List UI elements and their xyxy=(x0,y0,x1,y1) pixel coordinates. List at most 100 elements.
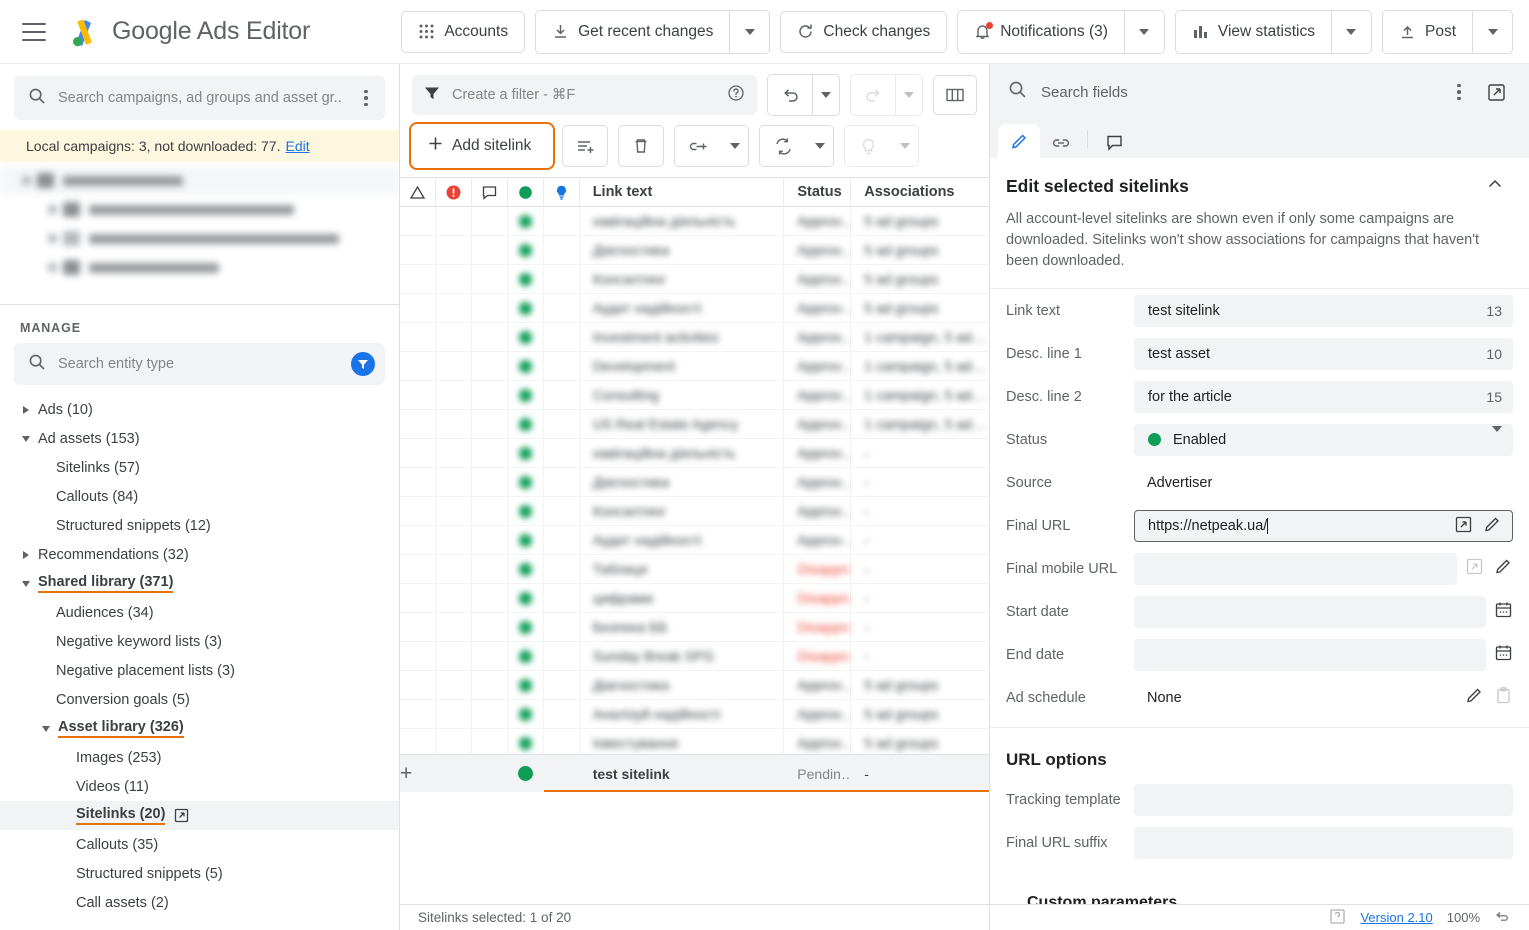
selected-table-row[interactable]: + test sitelink Pendin… - xyxy=(400,754,989,792)
expand-arrow-icon[interactable] xyxy=(18,550,34,559)
get-recent-changes-dropdown[interactable] xyxy=(729,10,770,53)
tab-associations[interactable] xyxy=(1040,127,1082,158)
table-row[interactable]: Інвестування Approv… 5 ad groups xyxy=(400,728,989,754)
sidebar-item-images-253[interactable]: Images (253) xyxy=(0,743,399,772)
undo-icon[interactable] xyxy=(1494,908,1511,928)
table-row[interactable]: Аудит надійності Approv… - xyxy=(400,525,989,555)
sidebar-item-structured-snippets-5[interactable]: Structured snippets (5) xyxy=(0,859,399,888)
field-input-final-mobile-url[interactable] xyxy=(1134,552,1457,585)
campaign-search-more-icon[interactable] xyxy=(355,89,377,107)
create-filter-field[interactable]: Create a filter - ⌘F xyxy=(412,75,757,115)
table-row[interactable]: навігаційна діяльність Approv… 5 ad groups xyxy=(400,207,989,236)
table-row[interactable]: Діагностика Approv… 5 ad groups xyxy=(400,670,989,700)
columns-button[interactable] xyxy=(933,75,977,115)
local-campaigns-edit-link[interactable]: Edit xyxy=(286,138,310,154)
fields-search-input[interactable] xyxy=(1041,83,1448,101)
open-in-new-icon[interactable] xyxy=(1486,82,1507,103)
tab-edit[interactable] xyxy=(998,124,1040,158)
table-row[interactable]: US Real Estate Agency Approv… 1 campaign, … xyxy=(400,409,989,439)
table-row[interactable]: Investment activities Approv… 1 campaign, … xyxy=(400,322,989,352)
field-input-link-text[interactable]: test sitelink 13 xyxy=(1134,294,1513,327)
table-row[interactable]: ТаблицяDisapprov…- xyxy=(400,554,989,584)
table-row[interactable]: Консалтинг Approv… 5 ad groups xyxy=(400,264,989,294)
fields-search-box[interactable] xyxy=(990,64,1448,120)
collapse-arrow-icon[interactable] xyxy=(38,725,54,732)
field-input-tracking-template[interactable] xyxy=(1134,783,1513,816)
field-input-final-url-suffix[interactable] xyxy=(1134,826,1513,859)
error-circle-icon[interactable] xyxy=(436,177,472,207)
entity-type-search-input[interactable] xyxy=(58,356,339,372)
undo-button[interactable] xyxy=(768,75,812,115)
sidebar-item-sitelinks-57[interactable]: Sitelinks (57) xyxy=(0,453,399,482)
redo-dropdown[interactable] xyxy=(895,75,922,115)
more-vert-icon[interactable] xyxy=(1448,83,1470,101)
entity-type-search-box[interactable] xyxy=(14,343,385,385)
field-input-final-url[interactable]: https://netpeak.ua/ xyxy=(1134,509,1513,542)
sidebar-item-shared-library-371[interactable]: Shared library (371) xyxy=(0,569,399,598)
collapse-arrow-icon[interactable] xyxy=(18,435,34,442)
idea-button[interactable] xyxy=(845,126,892,166)
replace-dropdown[interactable] xyxy=(806,126,834,166)
table-row[interactable]: Безпека ББDisapprov…- xyxy=(400,612,989,642)
table-row[interactable]: навігаційна діяльність Approv… - xyxy=(400,438,989,468)
table-row[interactable]: Діагностика Approv… 5 ad groups xyxy=(400,235,989,265)
notifications-button[interactable]: Notifications (3) xyxy=(958,10,1124,53)
sidebar-item-recommendations-32[interactable]: Recommendations (32) xyxy=(0,540,399,569)
campaign-search-input[interactable] xyxy=(58,90,343,106)
sidebar-item-call-assets-2[interactable]: Call assets (2) xyxy=(0,888,399,917)
lightbulb-icon[interactable] xyxy=(544,177,580,207)
tree-row[interactable] xyxy=(0,253,399,282)
check-changes-button[interactable]: Check changes xyxy=(780,10,948,53)
status-dot-icon[interactable] xyxy=(508,177,544,207)
table-row[interactable]: Sunday Break SPGDisapprov…- xyxy=(400,641,989,671)
field-input-start-date[interactable] xyxy=(1134,595,1486,628)
add-sitelink-button[interactable]: Add sitelink xyxy=(408,122,556,170)
warning-triangle-icon[interactable] xyxy=(400,177,436,207)
campaign-search-box[interactable] xyxy=(14,76,385,120)
field-input-desc-line-1[interactable]: test asset 10 xyxy=(1134,337,1513,370)
sidebar-item-structured-snippets-12[interactable]: Structured snippets (12) xyxy=(0,511,399,540)
help-icon[interactable] xyxy=(1329,908,1346,928)
idea-dropdown[interactable] xyxy=(891,126,919,166)
chevron-down-icon[interactable] xyxy=(1492,425,1502,448)
redo-button[interactable] xyxy=(851,75,895,115)
table-row[interactable]: Аудит надійності Approv… 5 ad groups xyxy=(400,293,989,323)
version-link[interactable]: Version 2.10 xyxy=(1360,910,1432,925)
add-row-plus-icon[interactable]: + xyxy=(400,755,436,793)
table-row[interactable]: Консалтинг Approv… - xyxy=(400,496,989,526)
comment-icon[interactable] xyxy=(472,177,508,207)
sidebar-item-asset-library-326[interactable]: Asset library (326) xyxy=(0,714,399,743)
field-select-status[interactable]: Enabled xyxy=(1134,423,1513,456)
open-in-new-icon[interactable] xyxy=(174,808,189,823)
replace-button[interactable] xyxy=(760,126,807,166)
field-input-end-date[interactable] xyxy=(1134,638,1486,671)
table-row[interactable]: Діагностика Approv… - xyxy=(400,467,989,497)
notifications-dropdown[interactable] xyxy=(1123,10,1164,53)
calendar-icon[interactable] xyxy=(1494,600,1513,624)
sidebar-item-negative-keyword-lists-3[interactable]: Negative keyword lists (3) xyxy=(0,627,399,656)
help-circle-icon[interactable] xyxy=(727,84,745,107)
expand-arrow-icon[interactable] xyxy=(18,405,34,414)
chevron-up-icon[interactable] xyxy=(1485,174,1505,199)
sidebar-item-sitelinks-20[interactable]: Sitelinks (20) xyxy=(0,801,399,830)
sidebar-item-callouts-35[interactable]: Callouts (35) xyxy=(0,830,399,859)
campaign-tree[interactable] xyxy=(0,166,399,296)
table-row[interactable]: Consulting Approv… 1 campaign, 5 ad… xyxy=(400,380,989,410)
associate-dropdown[interactable] xyxy=(721,126,749,166)
post-button[interactable]: Post xyxy=(1382,10,1472,53)
get-recent-changes-button[interactable]: Get recent changes xyxy=(536,10,730,53)
hamburger-icon[interactable] xyxy=(22,22,46,41)
filter-icon[interactable] xyxy=(351,352,375,376)
collapse-arrow-icon[interactable] xyxy=(18,580,34,587)
calendar-icon[interactable] xyxy=(1494,643,1513,667)
view-statistics-button[interactable]: View statistics xyxy=(1175,10,1331,53)
column-header-associations[interactable]: Associations xyxy=(851,177,989,207)
accounts-button[interactable]: Accounts xyxy=(401,10,526,53)
pencil-icon[interactable] xyxy=(1483,515,1502,537)
undo-dropdown[interactable] xyxy=(812,75,839,115)
delete-button[interactable] xyxy=(618,125,665,167)
sidebar-item-callouts-84[interactable]: Callouts (84) xyxy=(0,482,399,511)
post-dropdown[interactable] xyxy=(1472,10,1512,53)
sidebar-item-ad-assets-153[interactable]: Ad assets (153) xyxy=(0,424,399,453)
table-row[interactable]: цифрамиDisapprov…- xyxy=(400,583,989,613)
